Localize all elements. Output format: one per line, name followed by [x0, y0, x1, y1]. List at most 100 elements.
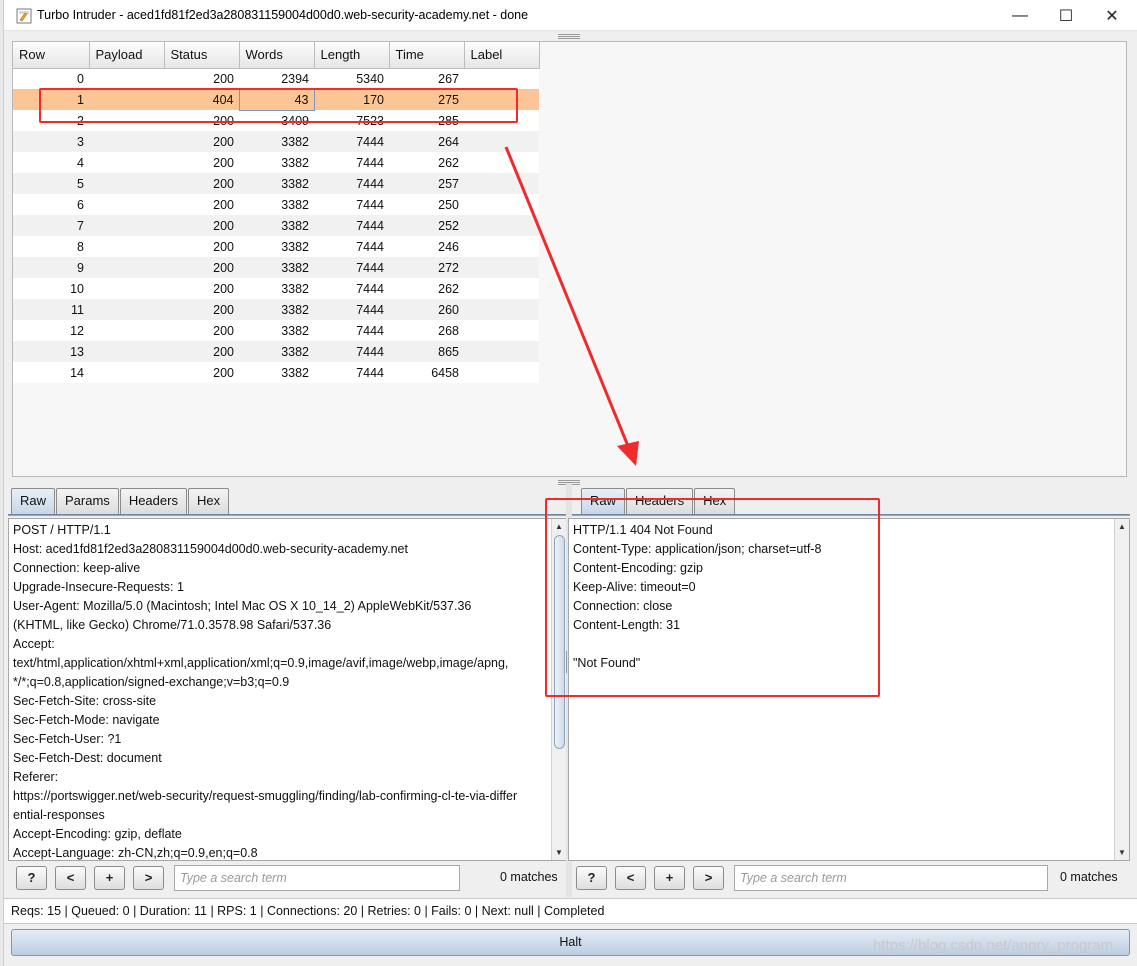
cell-words[interactable]: 3382: [239, 362, 314, 383]
request-tab-hex[interactable]: Hex: [187, 488, 230, 514]
cell-time[interactable]: 250: [389, 194, 464, 215]
cell-payload[interactable]: [89, 320, 164, 341]
cell-status[interactable]: 200: [164, 194, 239, 215]
cell-payload[interactable]: [89, 341, 164, 362]
cell-payload[interactable]: [89, 194, 164, 215]
table-row[interactable]: 1 404 43 170 275: [13, 88, 539, 111]
cell-status[interactable]: 200: [164, 152, 239, 173]
cell-length[interactable]: 7444: [314, 131, 389, 152]
request-tab-raw[interactable]: Raw: [11, 488, 56, 514]
cell-label[interactable]: [464, 278, 539, 299]
cell-status[interactable]: 200: [164, 320, 239, 341]
cell-length[interactable]: 7523: [314, 110, 389, 131]
cell-time[interactable]: 262: [389, 278, 464, 299]
cell-row[interactable]: 5: [13, 173, 89, 194]
column-header-label[interactable]: Label: [464, 42, 540, 69]
response-search-input[interactable]: Type a search term: [734, 865, 1048, 891]
table-row[interactable]: 2 200 3409 7523 285: [13, 110, 539, 131]
cell-status[interactable]: 200: [164, 131, 239, 152]
table-row[interactable]: 11 200 3382 7444 260: [13, 299, 539, 320]
cell-status[interactable]: 404: [164, 89, 239, 110]
cell-status[interactable]: 200: [164, 215, 239, 236]
cell-row[interactable]: 8: [13, 236, 89, 257]
cell-row[interactable]: 11: [13, 299, 89, 320]
cell-status[interactable]: 200: [164, 110, 239, 131]
response-tab-raw[interactable]: Raw: [581, 488, 626, 514]
cell-row[interactable]: 14: [13, 362, 89, 383]
response-editor[interactable]: HTTP/1.1 404 Not Found Content-Type: appl…: [568, 518, 1130, 861]
cell-length[interactable]: 7444: [314, 278, 389, 299]
cell-status[interactable]: 200: [164, 68, 239, 89]
cell-row[interactable]: 4: [13, 152, 89, 173]
cell-row[interactable]: 12: [13, 320, 89, 341]
cell-length[interactable]: 7444: [314, 257, 389, 278]
response-prev-match-button[interactable]: <: [615, 866, 646, 890]
cell-payload[interactable]: [89, 257, 164, 278]
cell-length[interactable]: 7444: [314, 173, 389, 194]
column-header-length[interactable]: Length: [314, 42, 390, 69]
cell-length[interactable]: 5340: [314, 68, 389, 89]
scroll-up-icon[interactable]: ▲: [552, 519, 566, 534]
request-tab-params[interactable]: Params: [56, 488, 119, 514]
cell-payload[interactable]: [89, 215, 164, 236]
cell-words[interactable]: 3382: [239, 236, 314, 257]
cell-words[interactable]: 3382: [239, 215, 314, 236]
cell-row[interactable]: 10: [13, 278, 89, 299]
table-row[interactable]: 10 200 3382 7444 262: [13, 278, 539, 299]
response-tab-hex[interactable]: Hex: [694, 488, 736, 514]
cell-time[interactable]: 272: [389, 257, 464, 278]
cell-row[interactable]: 13: [13, 341, 89, 362]
cell-payload[interactable]: [89, 110, 164, 131]
cell-time[interactable]: 6458: [389, 362, 464, 383]
cell-time[interactable]: 260: [389, 299, 464, 320]
cell-status[interactable]: 200: [164, 236, 239, 257]
table-row[interactable]: 7 200 3382 7444 252: [13, 215, 539, 236]
cell-row[interactable]: 0: [13, 68, 89, 89]
response-tab-headers[interactable]: Headers: [626, 488, 694, 514]
cell-payload[interactable]: [89, 362, 164, 383]
cell-time[interactable]: 268: [389, 320, 464, 341]
cell-time[interactable]: 267: [389, 68, 464, 89]
table-row[interactable]: 4 200 3382 7444 262: [13, 152, 539, 173]
table-row[interactable]: 13 200 3382 7444 865: [13, 341, 539, 362]
cell-payload[interactable]: [89, 89, 164, 110]
table-row[interactable]: 5 200 3382 7444 257: [13, 173, 539, 194]
cell-payload[interactable]: [89, 236, 164, 257]
cell-label[interactable]: [464, 152, 539, 173]
cell-words[interactable]: 2394: [239, 68, 314, 89]
cell-time[interactable]: 865: [389, 341, 464, 362]
table-row[interactable]: 3 200 3382 7444 264: [13, 131, 539, 152]
request-tab-headers[interactable]: Headers: [119, 488, 187, 514]
cell-length[interactable]: 7444: [314, 299, 389, 320]
cell-label[interactable]: [464, 89, 539, 110]
cell-payload[interactable]: [89, 173, 164, 194]
table-row[interactable]: 6 200 3382 7444 250: [13, 194, 539, 215]
response-next-match-button[interactable]: >: [693, 866, 724, 890]
request-add-button[interactable]: +: [94, 866, 125, 890]
scroll-up-icon[interactable]: ▲: [1115, 519, 1129, 534]
cell-time[interactable]: 252: [389, 215, 464, 236]
cell-row[interactable]: 3: [13, 131, 89, 152]
cell-row[interactable]: 7: [13, 215, 89, 236]
scroll-down-icon[interactable]: ▼: [552, 845, 566, 860]
request-editor[interactable]: POST / HTTP/1.1 Host: aced1fd81f2ed3a2808…: [8, 518, 567, 861]
cell-words[interactable]: 3382: [239, 131, 314, 152]
cell-time[interactable]: 262: [389, 152, 464, 173]
cell-length[interactable]: 7444: [314, 341, 389, 362]
cell-status[interactable]: 200: [164, 341, 239, 362]
cell-payload[interactable]: [89, 68, 164, 89]
table-row[interactable]: 0 200 2394 5340 267: [13, 68, 539, 89]
cell-label[interactable]: [464, 68, 539, 89]
cell-time[interactable]: 285: [389, 110, 464, 131]
cell-label[interactable]: [464, 362, 539, 383]
cell-words[interactable]: 3382: [239, 278, 314, 299]
cell-words[interactable]: 3382: [239, 257, 314, 278]
cell-words[interactable]: 3409: [239, 110, 314, 131]
cell-status[interactable]: 200: [164, 362, 239, 383]
cell-payload[interactable]: [89, 152, 164, 173]
cell-words[interactable]: 43: [238, 88, 315, 111]
column-header-words[interactable]: Words: [239, 42, 315, 69]
table-row[interactable]: 9 200 3382 7444 272: [13, 257, 539, 278]
column-header-time[interactable]: Time: [389, 42, 465, 69]
cell-label[interactable]: [464, 320, 539, 341]
